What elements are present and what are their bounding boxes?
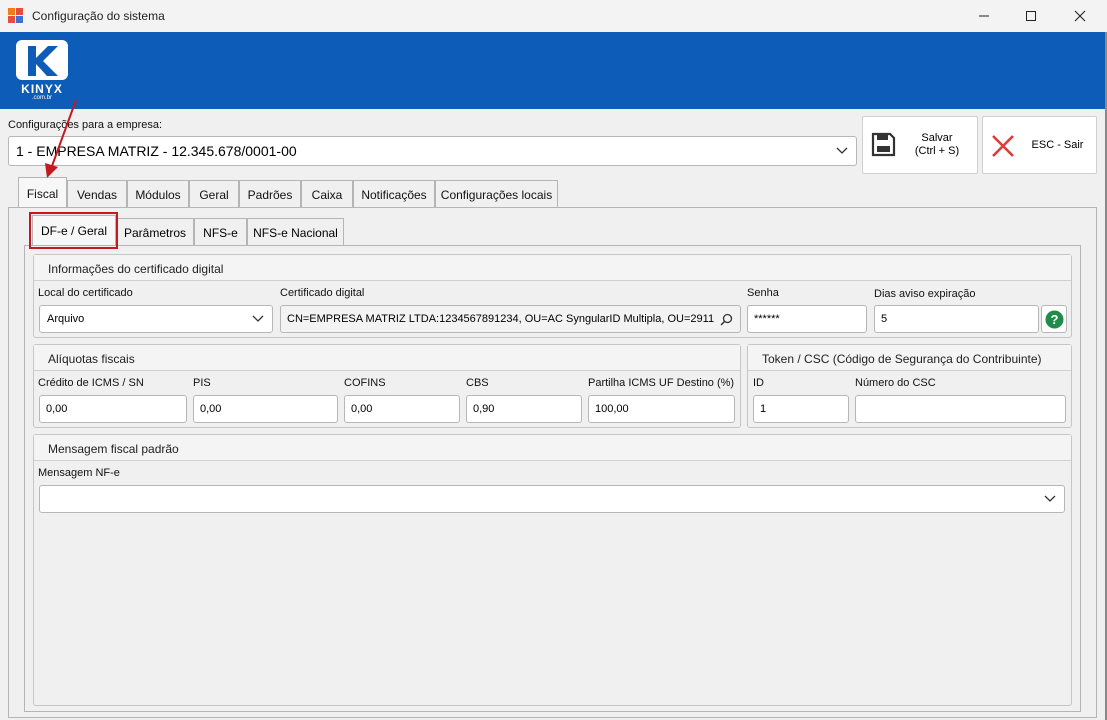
days-label: Dias aviso expiração — [874, 288, 976, 300]
id-field[interactable]: 1 — [753, 395, 849, 423]
company-select[interactable]: 1 - EMPRESA MATRIZ - 12.345.678/0001-00 — [8, 136, 857, 166]
id-label: ID — [753, 377, 764, 389]
maximize-icon — [1026, 11, 1036, 21]
save-label: Salvar — [921, 132, 953, 144]
maximize-button[interactable] — [1008, 0, 1054, 32]
subtab-parametros[interactable]: Parâmetros — [116, 218, 194, 246]
minimize-icon — [979, 15, 989, 17]
location-value: Arquivo — [47, 313, 85, 325]
pis-value: 0,00 — [200, 403, 222, 415]
token-group-header: Token / CSC (Código de Segurança do Cont… — [748, 345, 1071, 371]
partilha-value: 100,00 — [595, 403, 629, 415]
cofins-label: COFINS — [344, 377, 386, 389]
icms-label: Crédito de ICMS / SN — [38, 377, 144, 389]
subtab-nfse[interactable]: NFS-e — [194, 218, 247, 246]
close-window-button[interactable] — [1057, 0, 1103, 32]
svg-text:?: ? — [1051, 312, 1059, 327]
password-label: Senha — [747, 287, 779, 299]
tab-modulos[interactable]: Módulos — [127, 180, 189, 208]
days-field[interactable]: 5 — [874, 305, 1039, 333]
certificate-value: CN=EMPRESA MATRIZ LTDA:1234567891234, OU… — [287, 313, 714, 325]
rates-group-header: Alíquotas fiscais — [34, 345, 740, 371]
days-value: 5 — [881, 313, 888, 325]
location-label: Local do certificado — [38, 287, 133, 299]
certificate-label: Certificado digital — [280, 287, 365, 299]
logo-text: KINYX — [21, 82, 63, 96]
id-value: 1 — [760, 403, 767, 415]
annotation-highlight-box — [29, 212, 118, 249]
logo-subtext: .com.br — [31, 95, 52, 101]
icms-field[interactable]: 0,00 — [39, 395, 187, 423]
company-label: Configurações para a empresa: — [8, 119, 163, 131]
help-icon: ? — [1045, 310, 1064, 329]
subtab-nfse-nacional[interactable]: NFS-e Nacional — [247, 218, 344, 246]
password-field[interactable]: ****** — [747, 305, 867, 333]
save-icon — [871, 132, 896, 157]
tab-configuracoes-locais[interactable]: Configurações locais — [435, 180, 558, 208]
certificate-group-header: Informações do certificado digital — [34, 255, 1071, 281]
icms-value: 0,00 — [46, 403, 68, 415]
header-banner — [0, 32, 1105, 109]
csc-field[interactable] — [855, 395, 1066, 423]
cofins-field[interactable]: 0,00 — [344, 395, 460, 423]
exit-label: ESC - Sair — [1031, 139, 1084, 151]
pis-field[interactable]: 0,00 — [193, 395, 338, 423]
tab-geral[interactable]: Geral — [189, 180, 239, 208]
message-group: Mensagem fiscal padrão — [33, 434, 1072, 706]
save-button[interactable]: Salvar (Ctrl + S) — [862, 116, 978, 174]
tab-fiscal[interactable]: Fiscal — [18, 177, 67, 209]
chevron-down-icon — [252, 315, 264, 322]
csc-label: Número do CSC — [855, 377, 936, 389]
tab-padroes[interactable]: Padrões — [239, 180, 301, 208]
tab-vendas[interactable]: Vendas — [67, 180, 127, 208]
chevron-down-icon — [836, 147, 848, 154]
cbs-value: 0,90 — [473, 403, 495, 415]
kinyx-logo: KINYX .com.br — [14, 38, 70, 102]
search-icon[interactable] — [720, 313, 733, 326]
close-x-icon — [992, 135, 1014, 157]
password-value: ****** — [754, 313, 780, 325]
app-icon — [8, 8, 24, 24]
minimize-button[interactable] — [961, 0, 1007, 32]
title-bar: Configuração do sistema — [0, 0, 1107, 32]
cbs-field[interactable]: 0,90 — [466, 395, 582, 423]
close-icon — [1074, 10, 1086, 22]
location-select[interactable]: Arquivo — [39, 305, 273, 333]
certificate-field[interactable]: CN=EMPRESA MATRIZ LTDA:1234567891234, OU… — [280, 305, 741, 333]
save-shortcut: (Ctrl + S) — [914, 145, 960, 157]
exit-button[interactable]: ESC - Sair — [982, 116, 1097, 174]
window-title: Configuração do sistema — [32, 9, 165, 23]
chevron-down-icon — [1044, 495, 1056, 502]
company-value: 1 - EMPRESA MATRIZ - 12.345.678/0001-00 — [16, 143, 297, 159]
help-button[interactable]: ? — [1041, 305, 1067, 333]
message-group-header: Mensagem fiscal padrão — [34, 435, 1071, 461]
partilha-field[interactable]: 100,00 — [588, 395, 735, 423]
nfe-message-select[interactable] — [39, 485, 1065, 513]
cbs-label: CBS — [466, 377, 489, 389]
tab-caixa[interactable]: Caixa — [301, 180, 353, 208]
pis-label: PIS — [193, 377, 211, 389]
tab-notificacoes[interactable]: Notificações — [353, 180, 435, 208]
nfe-message-label: Mensagem NF-e — [38, 467, 120, 479]
cofins-value: 0,00 — [351, 403, 373, 415]
partilha-label: Partilha ICMS UF Destino (%) — [588, 377, 735, 389]
